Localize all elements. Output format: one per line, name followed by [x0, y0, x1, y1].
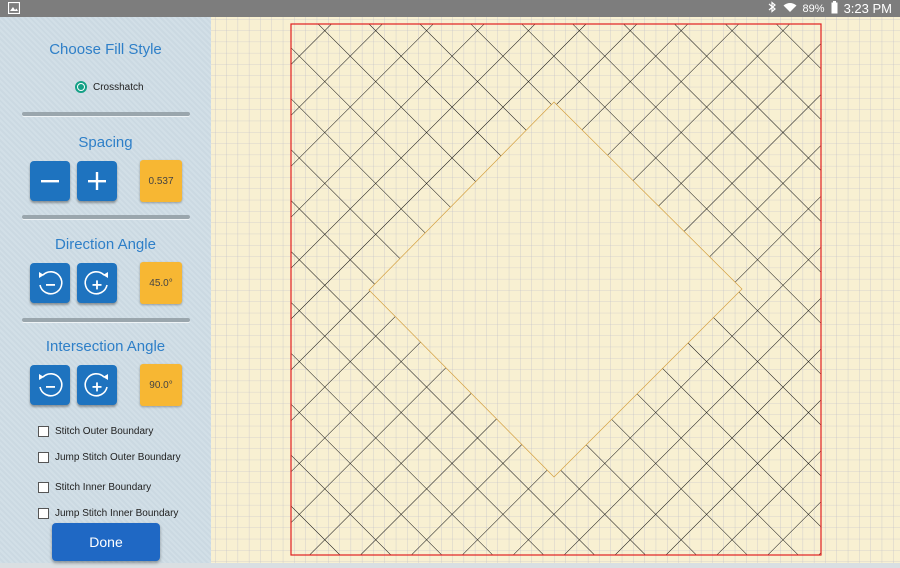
spacing-title: Spacing [78, 134, 133, 151]
rotate-cw-plus-icon [84, 373, 108, 397]
battery-icon [831, 0, 838, 17]
spacing-increase-button[interactable] [77, 161, 117, 201]
clock: 3:23 PM [843, 1, 892, 16]
direction-rotate-ccw-button[interactable] [30, 263, 70, 303]
crosshatch-option[interactable]: Crosshatch [75, 81, 144, 93]
divider [22, 112, 190, 116]
intersection-angle-value[interactable]: 90.0° [140, 364, 182, 406]
checkbox[interactable] [38, 508, 49, 519]
divider [22, 215, 190, 219]
checkbox-label: Stitch Outer Boundary [55, 426, 154, 437]
status-bar: 89% 3:23 PM [0, 0, 900, 17]
checkbox-label: Jump Stitch Inner Boundary [55, 508, 179, 519]
spacing-value[interactable]: 0.537 [140, 160, 182, 202]
spacing-decrease-button[interactable] [30, 161, 70, 201]
fill-style-title: Choose Fill Style [49, 41, 162, 58]
stitch-outer-boundary-option[interactable]: Stitch Outer Boundary [38, 426, 153, 437]
bluetooth-icon [768, 1, 777, 16]
divider [22, 318, 190, 322]
jump-stitch-inner-boundary-option[interactable]: Jump Stitch Inner Boundary [38, 508, 178, 519]
wifi-icon [783, 1, 797, 16]
intersection-rotate-ccw-button[interactable] [30, 365, 70, 405]
checkbox-label: Jump Stitch Outer Boundary [55, 452, 181, 463]
intersection-angle-title: Intersection Angle [45, 338, 166, 355]
intersection-rotate-cw-button[interactable] [77, 365, 117, 405]
fill-settings-panel: Choose Fill Style Crosshatch Spacing 0.5… [0, 17, 211, 563]
checkbox[interactable] [38, 452, 49, 463]
checkbox-label: Stitch Inner Boundary [55, 482, 152, 493]
minus-icon [41, 180, 59, 183]
direction-angle-title: Direction Angle [55, 236, 156, 253]
rotate-cw-plus-icon [84, 271, 108, 295]
done-button[interactable]: Done [52, 523, 160, 561]
checkbox[interactable] [38, 426, 49, 437]
crosshatch-label: Crosshatch [93, 81, 144, 93]
battery-percent: 89% [802, 2, 825, 15]
rotate-ccw-minus-icon [39, 271, 63, 295]
design-canvas[interactable] [211, 17, 900, 563]
stitch-inner-boundary-option[interactable]: Stitch Inner Boundary [38, 482, 151, 493]
radio-selected-icon[interactable] [75, 81, 87, 93]
plus-icon [88, 172, 106, 190]
rotate-ccw-minus-icon [39, 373, 63, 397]
gallery-icon [7, 1, 21, 15]
direction-angle-value[interactable]: 45.0° [140, 262, 182, 304]
checkbox[interactable] [38, 482, 49, 493]
canvas-drawing[interactable] [211, 17, 900, 563]
jump-stitch-outer-boundary-option[interactable]: Jump Stitch Outer Boundary [38, 452, 181, 463]
direction-rotate-cw-button[interactable] [77, 263, 117, 303]
